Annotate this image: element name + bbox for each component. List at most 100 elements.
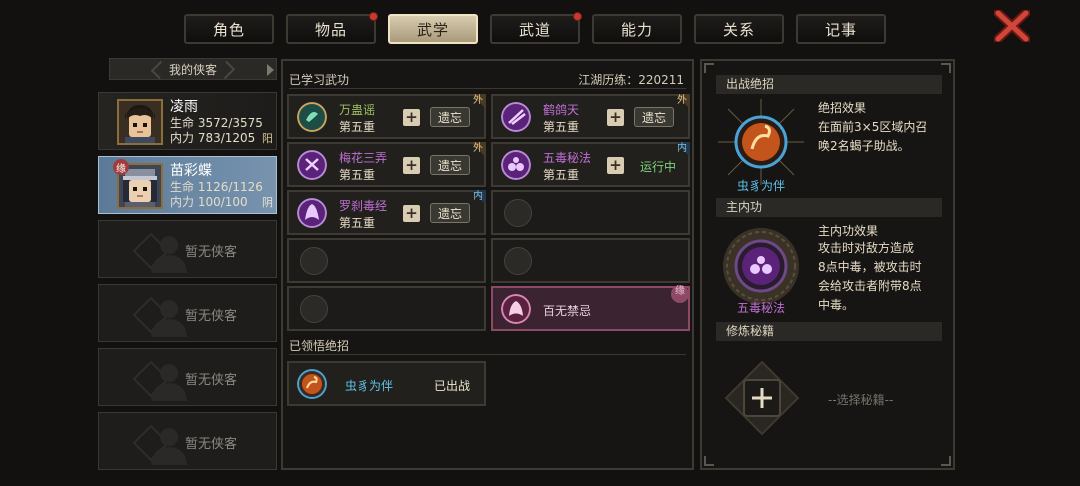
upgrade-plus-button[interactable]: +: [403, 109, 420, 126]
skill-name: 万蛊谣: [339, 103, 376, 117]
empty-slot-circle: [504, 199, 532, 227]
upgrade-plus-button[interactable]: +: [403, 157, 420, 174]
forget-button[interactable]: 遗忘: [430, 203, 470, 223]
empty-slot-label: 暂无侠客: [185, 245, 238, 260]
tab-abilities[interactable]: 能力: [592, 14, 682, 44]
learned-skills-panel: 已学习武功 江湖历练：220211 万蛊谣 第五重 + 遗忘 外 鹤鸽天 第五重…: [281, 59, 694, 470]
skill-name: 鹤鸽天: [543, 103, 580, 117]
empty-skill-slot[interactable]: [287, 286, 486, 331]
hero-slot-lingyu[interactable]: 凌雨 生命 3572/3575 内力 783/1205 阳: [98, 92, 277, 150]
inner-effect-text: 攻击时对敌方造成 8点中毒，被攻击时 会给攻击者附带8点 中毒。: [818, 239, 922, 315]
effect-line: 攻击时对敌方造成: [818, 241, 915, 255]
empty-hero-slot[interactable]: 暂无侠客: [98, 412, 277, 470]
skill-icon: [501, 150, 531, 180]
empty-skill-slot[interactable]: [491, 238, 690, 283]
experience-counter: 江湖历练：220211: [578, 73, 684, 87]
forget-button[interactable]: 遗忘: [430, 155, 470, 175]
combat-ultimate-name: 虫豸为伴: [736, 179, 785, 193]
corner-ornament: [704, 63, 714, 73]
tab-bar: 角色 物品 武学 武道 能力 关系 记事: [184, 12, 886, 44]
skill-card-baiwu[interactable]: 百无禁忌 缘: [491, 285, 690, 331]
tab-label: 物品: [314, 20, 347, 39]
corner-ornament: [941, 63, 951, 73]
tab-character[interactable]: 角色: [184, 14, 274, 44]
ultimate-name: 虫豸为伴: [345, 379, 394, 393]
corner-ornament: [941, 456, 951, 466]
combat-ultimate-header: 出战绝招: [716, 75, 942, 94]
notification-dot-icon: [573, 12, 582, 21]
scorpion-icon: [297, 369, 327, 399]
details-panel: 出战绝招 虫豸为伴 绝招效果 在面前3×5区域内召 唤2名蝎子助战。 主内功 五…: [700, 59, 955, 470]
empty-skill-slot[interactable]: [287, 238, 486, 283]
skill-name: 五毒秘法: [543, 151, 592, 165]
ultimates-title: 已领悟绝招: [289, 339, 350, 353]
empty-skill-slot[interactable]: [491, 190, 690, 235]
close-icon[interactable]: [994, 10, 1030, 42]
martial-arts-screen: 角色 物品 武学 武道 能力 关系 记事 我的侠客 凌雨 生命 3572/357…: [0, 0, 1080, 486]
skill-level: 第五重: [339, 168, 376, 182]
learned-skills-title: 已学习武功: [289, 73, 350, 87]
combat-ultimate-icon[interactable]: [716, 97, 806, 187]
cultivation-book-header: 修炼秘籍: [716, 322, 942, 341]
hero-alignment: 阳: [262, 132, 273, 145]
skill-icon: [501, 102, 531, 132]
hero-mp: 内力 100/100: [170, 195, 248, 209]
fate-badge: 缘: [671, 285, 689, 303]
skill-card-wangu[interactable]: 万蛊谣 第五重 + 遗忘 外: [287, 94, 486, 139]
tab-label: 武学: [416, 20, 449, 39]
skill-name: 罗刹毒经: [339, 199, 388, 213]
empty-slot-circle: [504, 247, 532, 275]
effect-line: 中毒。: [818, 298, 855, 312]
skill-name: 百无禁忌: [543, 304, 592, 318]
upgrade-plus-button[interactable]: +: [403, 205, 420, 222]
upgrade-plus-button[interactable]: +: [607, 157, 624, 174]
skill-name: 梅花三弄: [339, 151, 388, 165]
empty-slot-circle: [300, 247, 328, 275]
tab-journal[interactable]: 记事: [796, 14, 886, 44]
skill-type-badge: 外: [674, 94, 690, 108]
tab-martial-way[interactable]: 武道: [490, 12, 582, 44]
ultimate-card[interactable]: 虫豸为伴 已出战: [287, 361, 486, 406]
tab-label: 关系: [722, 20, 755, 39]
empty-hero-slot[interactable]: 暂无侠客: [98, 348, 277, 406]
roster-title: 我的侠客: [168, 62, 217, 77]
skill-level: 第五重: [339, 216, 376, 230]
skill-card-meihua[interactable]: 梅花三弄 第五重 + 遗忘 外: [287, 142, 486, 187]
select-book-hint: --选择秘籍--: [828, 393, 894, 407]
forget-button[interactable]: 遗忘: [634, 107, 674, 127]
forget-button[interactable]: 遗忘: [430, 107, 470, 127]
skill-icon: [297, 102, 327, 132]
empty-hero-slot[interactable]: 暂无侠客: [98, 220, 277, 278]
skill-type-badge: 内: [674, 142, 690, 156]
upgrade-plus-button[interactable]: +: [607, 109, 624, 126]
tab-martial-arts[interactable]: 武学: [388, 14, 478, 44]
combat-effect-text: 在面前3×5区域内召 唤2名蝎子助战。: [818, 118, 927, 156]
hero-name: 苗彩蝶: [170, 163, 212, 179]
tab-relations[interactable]: 关系: [694, 14, 784, 44]
skill-running-status: 运行中: [640, 160, 677, 174]
tab-items[interactable]: 物品: [286, 12, 378, 44]
inner-effect-label: 主内功效果: [818, 224, 879, 238]
add-book-button[interactable]: [722, 358, 802, 438]
main-inner-skill-name: 五毒秘法: [736, 301, 785, 315]
hero-portrait-icon: [119, 101, 161, 143]
hero-alignment: 阴: [262, 196, 273, 209]
hero-slot-miaocaidie[interactable]: 缘 苗彩蝶 生命 1126/1126 内力 100/100 阴: [98, 156, 277, 214]
skill-card-wudu[interactable]: 五毒秘法 第五重 + 运行中 内: [491, 142, 690, 187]
notification-dot-icon: [369, 12, 378, 21]
effect-line: 8点中毒，被攻击时: [818, 260, 922, 274]
skill-card-luosha[interactable]: 罗刹毒经 第五重 + 遗忘 内: [287, 190, 486, 235]
main-inner-skill-icon[interactable]: [716, 221, 806, 311]
tab-label: 武道: [518, 20, 551, 39]
tab-label: 记事: [824, 20, 857, 39]
empty-hero-slot[interactable]: 暂无侠客: [98, 284, 277, 342]
avatar: [117, 99, 163, 145]
skill-icon: [297, 198, 327, 228]
divider: [289, 88, 686, 89]
skill-card-heguitian[interactable]: 鹤鸽天 第五重 + 遗忘 外: [491, 94, 690, 139]
effect-line: 唤2名蝎子助战。: [818, 139, 910, 153]
collapse-arrow-icon[interactable]: [267, 64, 274, 76]
skill-icon: [501, 294, 531, 324]
empty-slot-label: 暂无侠客: [185, 437, 238, 452]
effect-line: 会给攻击者附带8点: [818, 279, 922, 293]
